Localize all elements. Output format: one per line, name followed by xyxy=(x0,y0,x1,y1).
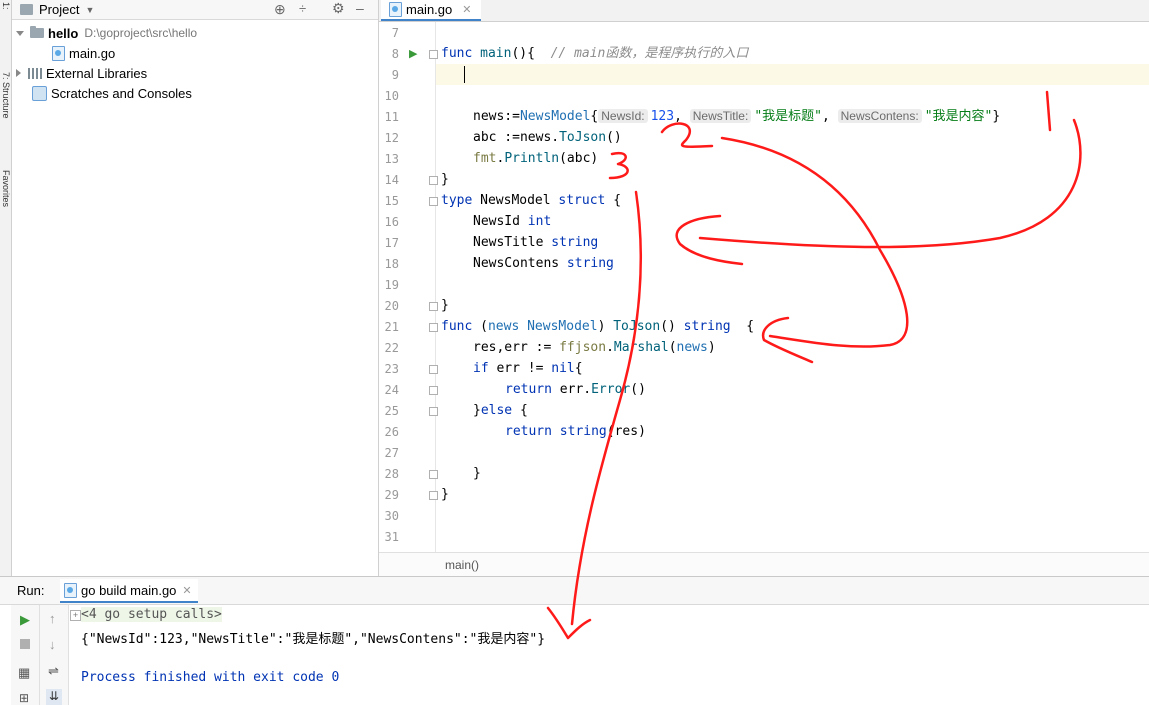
annotation-number-1 xyxy=(1045,90,1052,132)
annotation-overlay xyxy=(546,90,1082,640)
annotation-arrow-1 xyxy=(698,118,1082,249)
annotation-arrow-3 xyxy=(570,190,642,626)
annotation-number-3 xyxy=(608,151,629,180)
annotation-arrowhead-3 xyxy=(546,606,592,640)
annotation-arrowhead-2 xyxy=(761,316,814,364)
annotation-number-2 xyxy=(660,122,714,148)
